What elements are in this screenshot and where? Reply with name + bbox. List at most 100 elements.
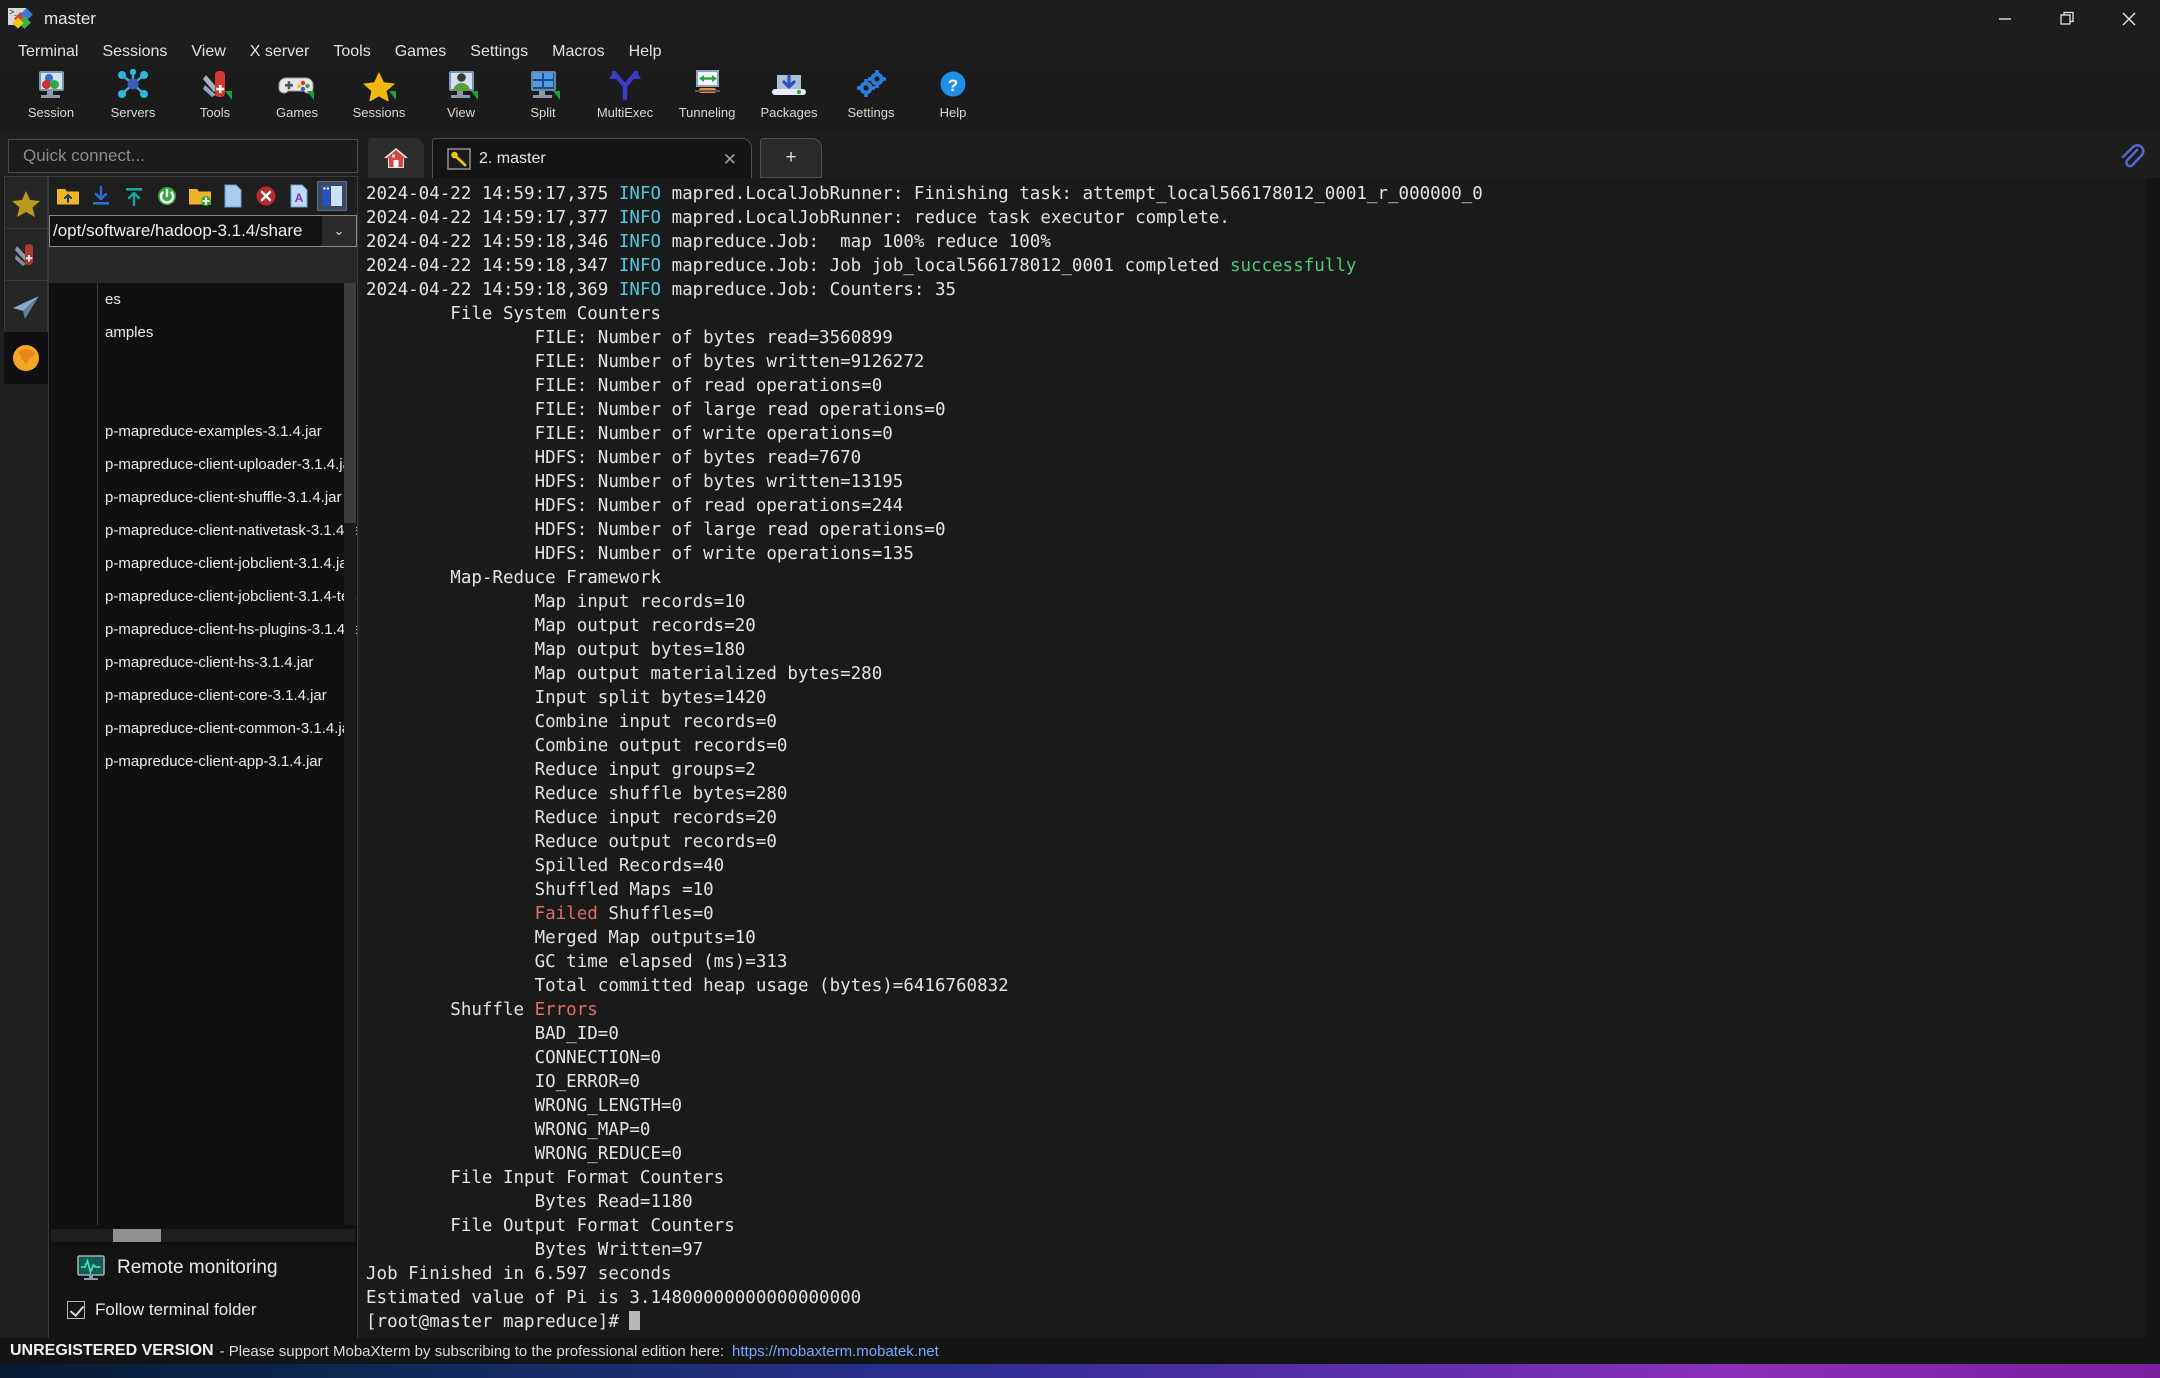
new-file-icon [224, 184, 242, 208]
list-item[interactable]: p-mapreduce-client-common-3.1.4.jar [49, 712, 357, 745]
terminal-line: 2024-04-22 14:59:17,377 INFO mapred.Loca… [366, 206, 2146, 230]
upload-icon [126, 188, 142, 207]
list-item[interactable]: p-mapreduce-client-hs-plugins-3.1.4.jar [49, 613, 357, 646]
terminal-prompt-line[interactable]: [root@master mapreduce]# [366, 1310, 2146, 1334]
list-item[interactable]: p-mapreduce-client-uploader-3.1.4.jar [49, 448, 357, 481]
list-item[interactable]: p-mapreduce-client-core-3.1.4.jar [49, 679, 357, 712]
sftp-path-bar[interactable]: /opt/software/hadoop-3.1.4/share ⌄ [49, 215, 357, 247]
refresh-button[interactable] [152, 181, 182, 211]
upload-button[interactable] [119, 181, 149, 211]
sidebar-item-sftp[interactable] [4, 280, 48, 332]
attach-paperclip-icon[interactable] [2116, 142, 2146, 172]
toolbar-sessions-label: Sessions [352, 105, 406, 120]
list-item[interactable]: p-mapreduce-client-jobclient-3.1.4.jar [49, 547, 357, 580]
quick-connect-input[interactable]: Quick connect... [8, 139, 358, 173]
terminal-line: IO_ERROR=0 [366, 1070, 2146, 1094]
terminal-line: 2024-04-22 14:59:18,346 INFO mapreduce.J… [366, 230, 2146, 254]
sidebar-item-macros[interactable] [4, 332, 48, 384]
menu-tools[interactable]: Tools [321, 40, 382, 64]
star-icon [360, 69, 398, 103]
text-edit-button[interactable]: A [284, 181, 314, 211]
minimize-button[interactable] [1974, 0, 2036, 38]
refresh-icon [158, 187, 176, 205]
list-item[interactable]: es [49, 283, 357, 316]
parent-folder-button[interactable] [53, 181, 83, 211]
menu-sessions[interactable]: Sessions [90, 40, 179, 64]
menu-help[interactable]: Help [617, 40, 674, 64]
chevron-down-icon[interactable]: ⌄ [322, 216, 356, 246]
terminal-token: Job Finished in 6.597 seconds [366, 1264, 672, 1284]
menu-x-server[interactable]: X server [238, 40, 322, 64]
sftp-file-list[interactable]: es amples p-mapreduce-examples-3.1.4.jar… [49, 283, 357, 1225]
toolbar-view-button[interactable]: View [420, 66, 502, 130]
new-folder-button[interactable] [185, 181, 215, 211]
tools-knife-icon [15, 243, 33, 266]
mobaxterm-logo-icon [8, 7, 34, 31]
terminal-line: HDFS: Number of bytes written=13195 [366, 470, 2146, 494]
terminal-output[interactable]: 2024-04-22 14:59:17,375 INFO mapred.Loca… [360, 178, 2146, 1339]
toolbar-help-button[interactable]: ? Help [912, 66, 994, 130]
terminal-line: 2024-04-22 14:59:18,347 INFO mapreduce.J… [366, 254, 2146, 278]
list-item[interactable] [49, 349, 357, 382]
terminal-scrollbar[interactable] [2146, 178, 2160, 1339]
menu-settings[interactable]: Settings [458, 40, 540, 64]
toolbar-settings-label: Settings [847, 105, 895, 120]
help-question-icon: ? [934, 69, 972, 103]
list-item[interactable]: p-mapreduce-client-shuffle-3.1.4.jar [49, 481, 357, 514]
scrollbar-thumb[interactable] [113, 1229, 161, 1242]
tab-master[interactable]: 2. master ✕ [432, 138, 752, 178]
menu-games[interactable]: Games [383, 40, 459, 64]
toolbar-split-button[interactable]: Split [502, 66, 584, 130]
terminal-token: mapreduce.Job: Job job_local566178012_00… [661, 256, 1230, 276]
delete-button[interactable] [251, 181, 281, 211]
menu-terminal[interactable]: Terminal [6, 40, 90, 64]
toolbar-multiexec-button[interactable]: MultiExec [584, 66, 666, 130]
toolbar-sessions-button[interactable]: Sessions [338, 66, 420, 130]
sftp-vertical-scrollbar[interactable] [344, 283, 356, 1225]
menu-macros[interactable]: Macros [540, 40, 616, 64]
tab-close-icon[interactable]: ✕ [723, 150, 737, 170]
list-item[interactable]: p-mapreduce-client-app-3.1.4.jar [49, 745, 357, 778]
remote-monitoring-button[interactable]: Remote monitoring [49, 1246, 357, 1290]
terminal-token: Shuffle [366, 1000, 535, 1020]
new-tab-button[interactable]: + [760, 138, 822, 178]
terminal-line: Reduce input records=20 [366, 806, 2146, 830]
terminal-line: Map input records=10 [366, 590, 2146, 614]
terminal-token: WRONG_REDUCE=0 [366, 1144, 683, 1164]
toolbar-settings-button[interactable]: Settings [830, 66, 912, 130]
menu-view[interactable]: View [179, 40, 237, 64]
toolbar-games-button[interactable]: Games [256, 66, 338, 130]
sftp-horizontal-scrollbar[interactable] [51, 1229, 355, 1242]
list-item[interactable] [49, 382, 357, 415]
download-button[interactable] [86, 181, 116, 211]
terminal-token: Merged Map outputs=10 [366, 928, 756, 948]
sidebar-item-tools[interactable] [4, 228, 48, 280]
file-name: es [105, 291, 121, 308]
toolbar-packages-button[interactable]: Packages [748, 66, 830, 130]
toolbar-games-label: Games [276, 105, 318, 120]
toggle-panel-button[interactable] [317, 181, 347, 211]
list-item[interactable]: amples [49, 316, 357, 349]
terminal-token-err: Errors [534, 1000, 598, 1020]
toolbar-tools-button[interactable]: Tools [174, 66, 256, 130]
toolbar-tunneling-button[interactable]: Tunneling [666, 66, 748, 130]
close-button[interactable] [2098, 0, 2160, 38]
list-item[interactable]: p-mapreduce-client-jobclient-3.1.4-tests… [49, 580, 357, 613]
terminal-token: 2024-04-22 14:59:18,369 [366, 280, 619, 300]
toolbar-help-label: Help [939, 105, 967, 120]
toolbar-servers-button[interactable]: Servers [92, 66, 174, 130]
tab-home[interactable] [368, 138, 424, 178]
terminal-token: Reduce input groups=2 [366, 760, 756, 780]
mobaxterm-link[interactable]: https://mobaxterm.mobatek.net [732, 1343, 939, 1360]
sidebar-item-sessions[interactable] [4, 176, 48, 228]
list-item[interactable]: p-mapreduce-client-hs-3.1.4.jar [49, 646, 357, 679]
terminal-token: FILE: Number of write operations=0 [366, 424, 893, 444]
scrollbar-thumb[interactable] [344, 283, 356, 523]
follow-terminal-folder-checkbox[interactable] [67, 1301, 85, 1319]
follow-terminal-folder-row[interactable]: Follow terminal folder [49, 1290, 357, 1330]
new-file-button[interactable] [218, 181, 248, 211]
maximize-button[interactable] [2036, 0, 2098, 38]
toolbar-session-button[interactable]: Session [10, 66, 92, 130]
list-item[interactable]: p-mapreduce-examples-3.1.4.jar [49, 415, 357, 448]
list-item[interactable]: p-mapreduce-client-nativetask-3.1.4.jar [49, 514, 357, 547]
